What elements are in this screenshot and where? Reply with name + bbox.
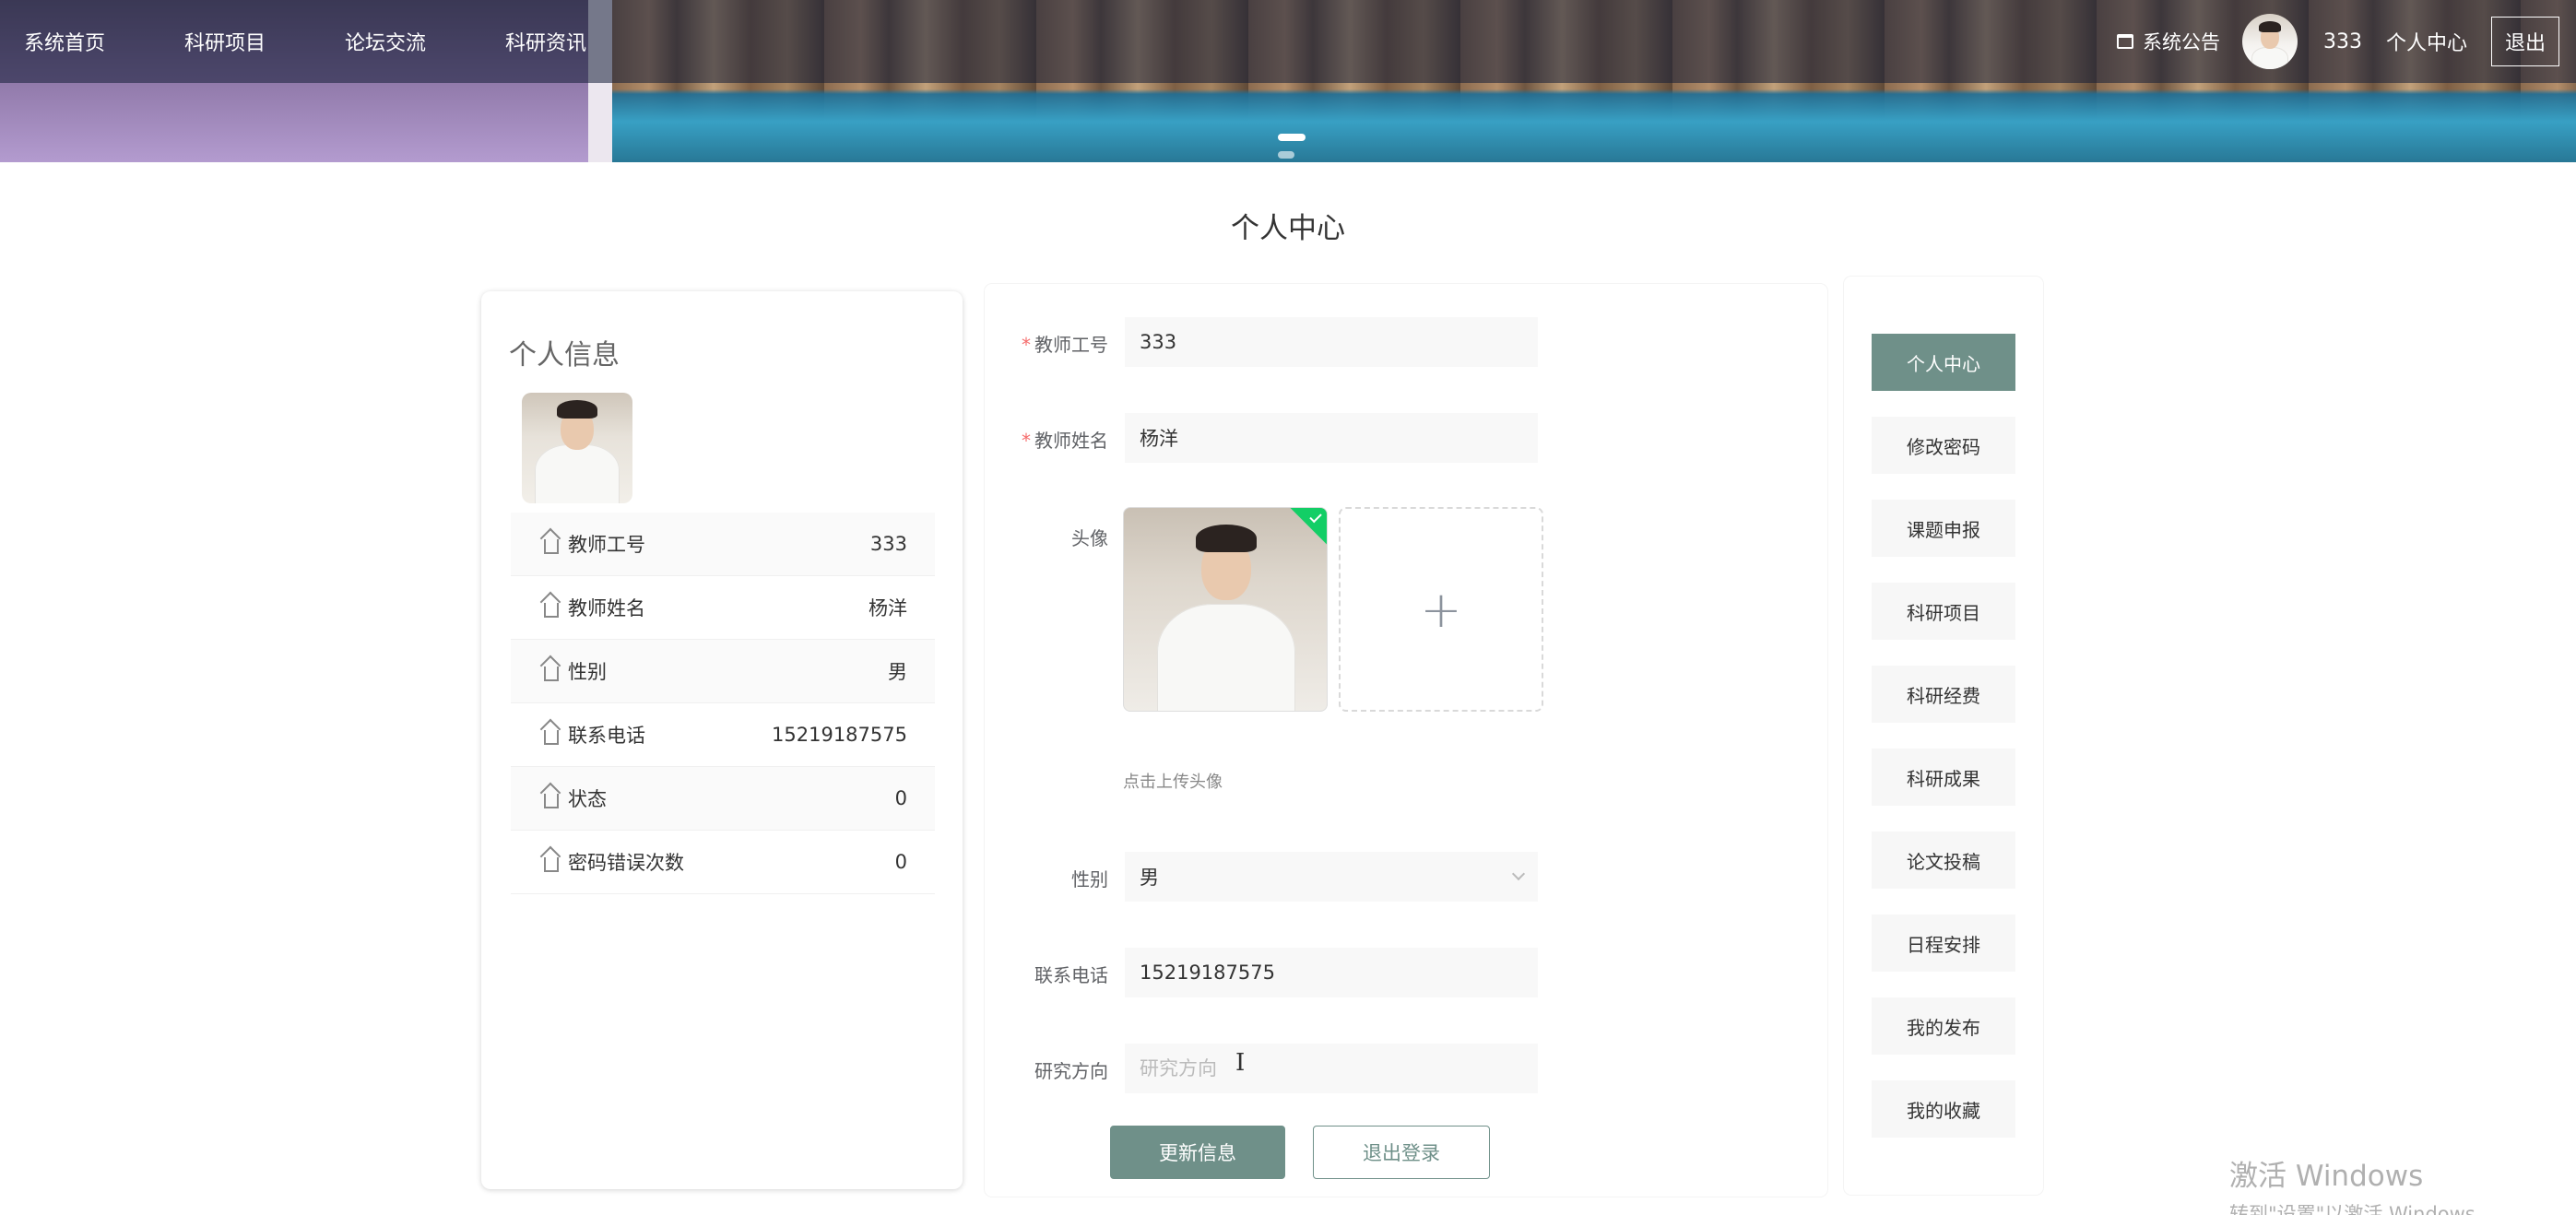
home-icon — [544, 857, 559, 872]
research-label: 研究方向 — [1034, 1060, 1108, 1082]
uploaded-avatar-thumb[interactable] — [1123, 507, 1328, 712]
info-value: 15219187575 — [772, 724, 907, 746]
teacher-id-input[interactable] — [1125, 317, 1538, 367]
info-label: 教师工号 — [568, 534, 645, 556]
user-center-link[interactable]: 个人中心 — [2386, 27, 2467, 56]
logout-button[interactable]: 退出 — [2490, 17, 2559, 66]
info-row-phone: 联系电话 15219187575 — [511, 703, 935, 767]
upload-avatar-button[interactable]: + — [1339, 507, 1543, 712]
nav-item-projects[interactable]: 科研项目 — [184, 27, 266, 56]
avatar[interactable] — [2241, 14, 2298, 69]
calendar-icon — [2116, 34, 2133, 49]
menu-item-user-center[interactable]: 个人中心 — [1872, 334, 2015, 391]
menu-item-my-posts[interactable]: 我的发布 — [1872, 997, 2015, 1055]
info-value: 男 — [888, 661, 907, 683]
watermark-line-2: 转到"设置"以激活 Windows。 — [2229, 1203, 2495, 1215]
text-cursor-icon: I — [1235, 1049, 1246, 1077]
menu-item-change-password[interactable]: 修改密码 — [1872, 417, 2015, 474]
home-icon — [544, 730, 559, 745]
info-label: 联系电话 — [568, 725, 645, 747]
top-navbar: 系统首页 科研项目 论坛交流 科研资讯 系统公告 333 个人中心 退出 — [0, 0, 2576, 83]
menu-item-paper-submission[interactable]: 论文投稿 — [1872, 832, 2015, 889]
chevron-down-icon — [1511, 867, 1526, 881]
required-mark: * — [1022, 334, 1031, 356]
menu-item-research-funds[interactable]: 科研经费 — [1872, 666, 2015, 723]
menu-item-my-favorites[interactable]: 我的收藏 — [1872, 1080, 2015, 1138]
phone-label: 联系电话 — [1034, 964, 1108, 986]
carousel-dot-1[interactable] — [1278, 134, 1306, 141]
required-mark: * — [1022, 430, 1031, 452]
profile-card: 个人信息 教师工号 333 教师姓名 杨洋 性别 男 联系电话 15219187… — [481, 291, 963, 1189]
profile-avatar — [522, 393, 632, 503]
gender-label: 性别 — [1071, 868, 1108, 891]
page-title: 个人中心 — [1231, 212, 1345, 245]
side-menu: 个人中心 修改密码 课题申报 科研项目 科研经费 科研成果 论文投稿 日程安排 … — [1872, 334, 2015, 1163]
gender-select[interactable]: 男 — [1125, 852, 1538, 902]
username: 333 — [2322, 29, 2362, 53]
research-input[interactable] — [1125, 1044, 1538, 1093]
info-row-status: 状态 0 — [511, 767, 935, 831]
info-label: 性别 — [568, 661, 607, 683]
carousel-dot-2[interactable] — [1278, 151, 1294, 159]
info-row-teacher-id: 教师工号 333 — [511, 513, 935, 576]
info-value: 0 — [894, 851, 907, 873]
info-value: 333 — [869, 533, 907, 555]
menu-item-schedule[interactable]: 日程安排 — [1872, 914, 2015, 972]
profile-card-title: 个人信息 — [509, 339, 620, 372]
nav-menu: 系统首页 科研项目 论坛交流 科研资讯 — [0, 0, 642, 83]
plus-icon: + — [1420, 580, 1462, 639]
avatar-label: 头像 — [1071, 527, 1108, 549]
menu-item-topic-application[interactable]: 课题申报 — [1872, 500, 2015, 557]
info-row-password-errors: 密码错误次数 0 — [511, 831, 935, 894]
phone-input[interactable] — [1125, 948, 1538, 997]
notice-label: 系统公告 — [2142, 31, 2220, 53]
home-icon — [544, 539, 559, 554]
home-icon — [544, 794, 559, 808]
nav-item-news[interactable]: 科研资讯 — [505, 27, 586, 56]
nav-item-home[interactable]: 系统首页 — [24, 27, 105, 56]
info-row-gender: 性别 男 — [511, 640, 935, 703]
menu-item-research-projects[interactable]: 科研项目 — [1872, 583, 2015, 640]
upload-tip: 点击上传头像 — [1123, 773, 1223, 792]
nav-user-area: 系统公告 333 个人中心 退出 — [2116, 0, 2576, 83]
teacher-name-label: * 教师姓名 — [1022, 430, 1108, 452]
info-label: 教师姓名 — [568, 597, 645, 619]
windows-activation-watermark: 激活 Windows 转到"设置"以激活 Windows。 — [2229, 1152, 2495, 1215]
teacher-id-label: * 教师工号 — [1022, 334, 1108, 356]
logout-form-button[interactable]: 退出登录 — [1313, 1126, 1490, 1179]
nav-item-forum[interactable]: 论坛交流 — [345, 27, 426, 56]
page: 系统首页 科研项目 论坛交流 科研资讯 系统公告 333 个人中心 退出 个人中… — [0, 0, 2576, 1215]
gender-select-value: 男 — [1140, 867, 1159, 889]
watermark-line-1: 激活 Windows — [2229, 1160, 2424, 1193]
home-icon — [544, 666, 559, 681]
update-info-button[interactable]: 更新信息 — [1110, 1126, 1285, 1179]
info-label: 密码错误次数 — [568, 852, 684, 874]
info-label: 状态 — [568, 788, 607, 810]
info-value: 0 — [894, 787, 907, 809]
carousel-dots[interactable] — [1278, 127, 1333, 159]
info-row-teacher-name: 教师姓名 杨洋 — [511, 576, 935, 640]
home-icon — [544, 603, 559, 618]
notice-link[interactable]: 系统公告 — [2116, 28, 2220, 55]
menu-item-research-results[interactable]: 科研成果 — [1872, 749, 2015, 806]
profile-info-list: 教师工号 333 教师姓名 杨洋 性别 男 联系电话 15219187575 状… — [511, 513, 935, 894]
info-value: 杨洋 — [869, 597, 907, 619]
teacher-name-input[interactable] — [1125, 413, 1538, 463]
